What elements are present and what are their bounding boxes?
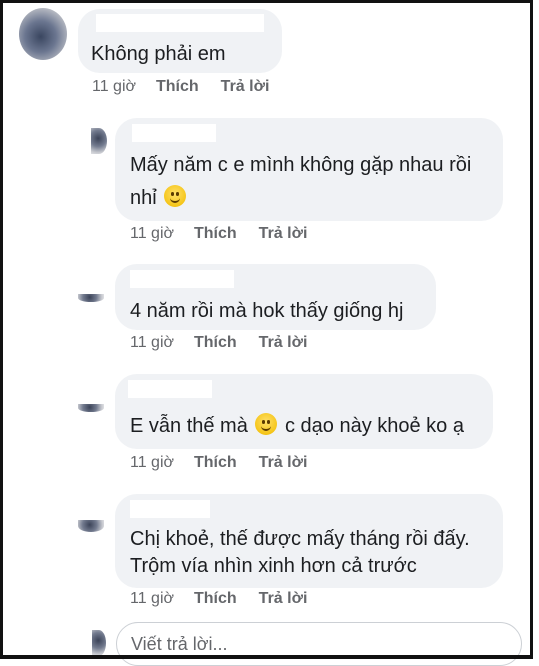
- comment-text-line2: Trộm vía nhìn xinh hơn cả trước: [130, 555, 417, 577]
- comment-text-part: nhỉ: [130, 187, 157, 209]
- avatar[interactable]: [78, 520, 104, 532]
- avatar[interactable]: [19, 8, 67, 60]
- comment-time[interactable]: 11 giờ: [130, 590, 174, 608]
- comment-text-part: E vẫn thế mà: [130, 415, 248, 437]
- comment-time[interactable]: 11 giờ: [130, 334, 174, 352]
- like-button[interactable]: Thích: [194, 590, 237, 608]
- comment-text: Không phải em: [91, 43, 226, 65]
- comment-text: E vẫn thế mà c dạo này khoẻ ko ạ: [130, 410, 464, 443]
- reply-input[interactable]: [131, 632, 511, 656]
- reply-button[interactable]: Trả lời: [259, 590, 308, 608]
- comment-time[interactable]: 11 giờ: [92, 78, 136, 96]
- comment-text: 4 năm rồi mà hok thấy giống hj: [130, 300, 404, 322]
- smile-emoji-icon: [164, 185, 187, 207]
- avatar[interactable]: [91, 128, 107, 154]
- comment-meta: 11 giờ Thích Trả lời: [130, 225, 329, 243]
- avatar[interactable]: [78, 294, 104, 302]
- user-avatar: [92, 630, 106, 656]
- like-button[interactable]: Thích: [156, 78, 199, 96]
- like-button[interactable]: Thích: [194, 225, 237, 243]
- comment-meta: 11 giờ Thích Trả lời: [92, 78, 291, 96]
- redacted-name: [96, 14, 264, 32]
- reply-button[interactable]: Trả lời: [259, 225, 308, 243]
- comment-time[interactable]: 11 giờ: [130, 454, 174, 472]
- reply-box[interactable]: [116, 622, 522, 666]
- comment-meta: 11 giờ Thích Trả lời: [130, 590, 329, 608]
- redacted-name: [130, 270, 234, 288]
- reply-button[interactable]: Trả lời: [221, 78, 270, 96]
- comment-time[interactable]: 11 giờ: [130, 225, 174, 243]
- comment-meta: 11 giờ Thích Trả lời: [130, 454, 329, 472]
- like-button[interactable]: Thích: [194, 454, 237, 472]
- comment-text-part: c dạo này khoẻ ko ạ: [284, 415, 464, 437]
- avatar[interactable]: [78, 404, 104, 412]
- reply-button[interactable]: Trả lời: [259, 334, 308, 352]
- comment-meta: 11 giờ Thích Trả lời: [130, 334, 329, 352]
- like-button[interactable]: Thích: [194, 334, 237, 352]
- smile-emoji-icon: [255, 413, 278, 435]
- redacted-name: [130, 500, 210, 518]
- redacted-name: [128, 380, 212, 398]
- redacted-name: [132, 124, 216, 142]
- comment-text: Mấy năm c e mình không gặp nhau rồi: [130, 154, 472, 176]
- comment-text-line2: nhỉ: [130, 182, 188, 215]
- reply-button[interactable]: Trả lời: [259, 454, 308, 472]
